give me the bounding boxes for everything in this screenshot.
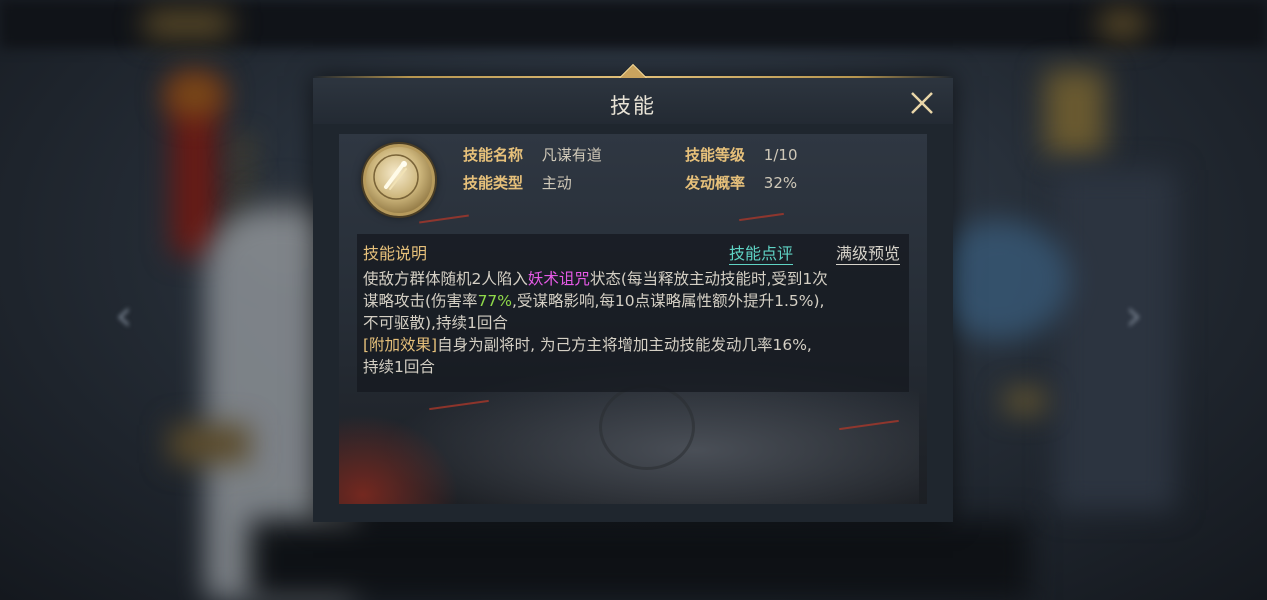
description-title: 技能说明 (363, 244, 428, 263)
text-segment: 使敌方群体随机2人陷入 (363, 270, 528, 288)
bg-side-panel (1055, 170, 1175, 510)
bg-header-button (145, 10, 230, 38)
description-text: 使敌方群体随机2人陷入妖术诅咒状态(每当释放主动技能时,受到1次 谋略攻击(伤害… (363, 268, 909, 378)
damage-rate: 77% (477, 292, 513, 310)
description-line: 谋略攻击(伤害率77%,受谋略影响,每10点谋略属性额外提升1.5%), (363, 290, 909, 312)
max-level-preview-link[interactable]: 满级预览 (836, 240, 901, 265)
description-line: [附加效果]自身为副将时, 为己方主将增加主动技能发动几率16%, (363, 334, 909, 356)
text-segment: 自身为副将时, 为己方主将增加主动技能发动几率16%, (437, 336, 812, 354)
skill-chance-label: 发动概率 (685, 174, 746, 192)
skill-type-row: 技能类型 主动 (463, 172, 572, 193)
bg-strip (170, 425, 250, 463)
bg-prev-arrow-icon: ‹ (115, 290, 133, 341)
skill-review-link[interactable]: 技能点评 (729, 240, 794, 265)
ember (739, 212, 784, 222)
skill-level-label: 技能等级 (685, 146, 746, 164)
text-segment: 谋略攻击(伤害率 (363, 292, 478, 310)
bg-strip-right (1005, 390, 1045, 412)
bg-banner-cap (165, 72, 225, 117)
description-line: 不可驱散),持续1回合 (363, 314, 508, 332)
skill-name-row: 技能名称 凡谋有道 (463, 144, 602, 165)
skill-type-value: 主动 (541, 174, 572, 192)
skill-name-label: 技能名称 (463, 146, 524, 164)
bg-dot (236, 140, 250, 154)
bg-fire-glow (339, 414, 459, 504)
description-line: 使敌方群体随机2人陷入妖术诅咒状态(每当释放主动技能时,受到1次 (363, 268, 909, 290)
bg-header-button-right (1100, 10, 1145, 38)
text-segment: ,受谋略影响,每10点谋略属性额外提升1.5%), (512, 292, 825, 310)
bg-next-arrow-icon: › (1125, 290, 1143, 341)
status-name: 妖术诅咒 (527, 270, 590, 288)
skill-description-box: 技能说明 技能点评 满级预览 使敌方群体随机2人陷入妖术诅咒状态(每当释放主动技… (357, 234, 909, 392)
skill-level-value: 1/10 (763, 146, 798, 164)
skill-emblem-icon (363, 144, 435, 216)
dialog-header: 技能 (313, 78, 953, 124)
skill-chance-value: 32% (763, 174, 798, 192)
skill-chance-row: 发动概率 32% (685, 172, 797, 193)
skill-emblem-glyph (373, 154, 419, 200)
text-segment: 状态(每当释放主动技能时,受到1次 (589, 270, 828, 288)
description-line: 持续1回合 (363, 358, 435, 376)
bg-card (1045, 70, 1105, 155)
ember (419, 214, 469, 224)
skill-name-value: 凡谋有道 (541, 146, 602, 164)
skill-level-row: 技能等级 1/10 (685, 144, 797, 165)
close-button[interactable] (907, 88, 937, 118)
dialog-title: 技能 (610, 94, 656, 118)
bg-wheel (599, 384, 695, 470)
bg-bottom (250, 520, 1030, 600)
close-icon (911, 92, 933, 114)
extra-effect-tag: [附加效果] (363, 336, 438, 354)
skill-dialog: 技能 技能名称 凡谋有道 技能等级 1/10 技能类型 主动 发动概率 32% … (313, 63, 953, 522)
skill-content: 技能名称 凡谋有道 技能等级 1/10 技能类型 主动 发动概率 32% 技能说… (339, 134, 927, 504)
bg-dot (236, 170, 250, 184)
skill-type-label: 技能类型 (463, 174, 524, 192)
